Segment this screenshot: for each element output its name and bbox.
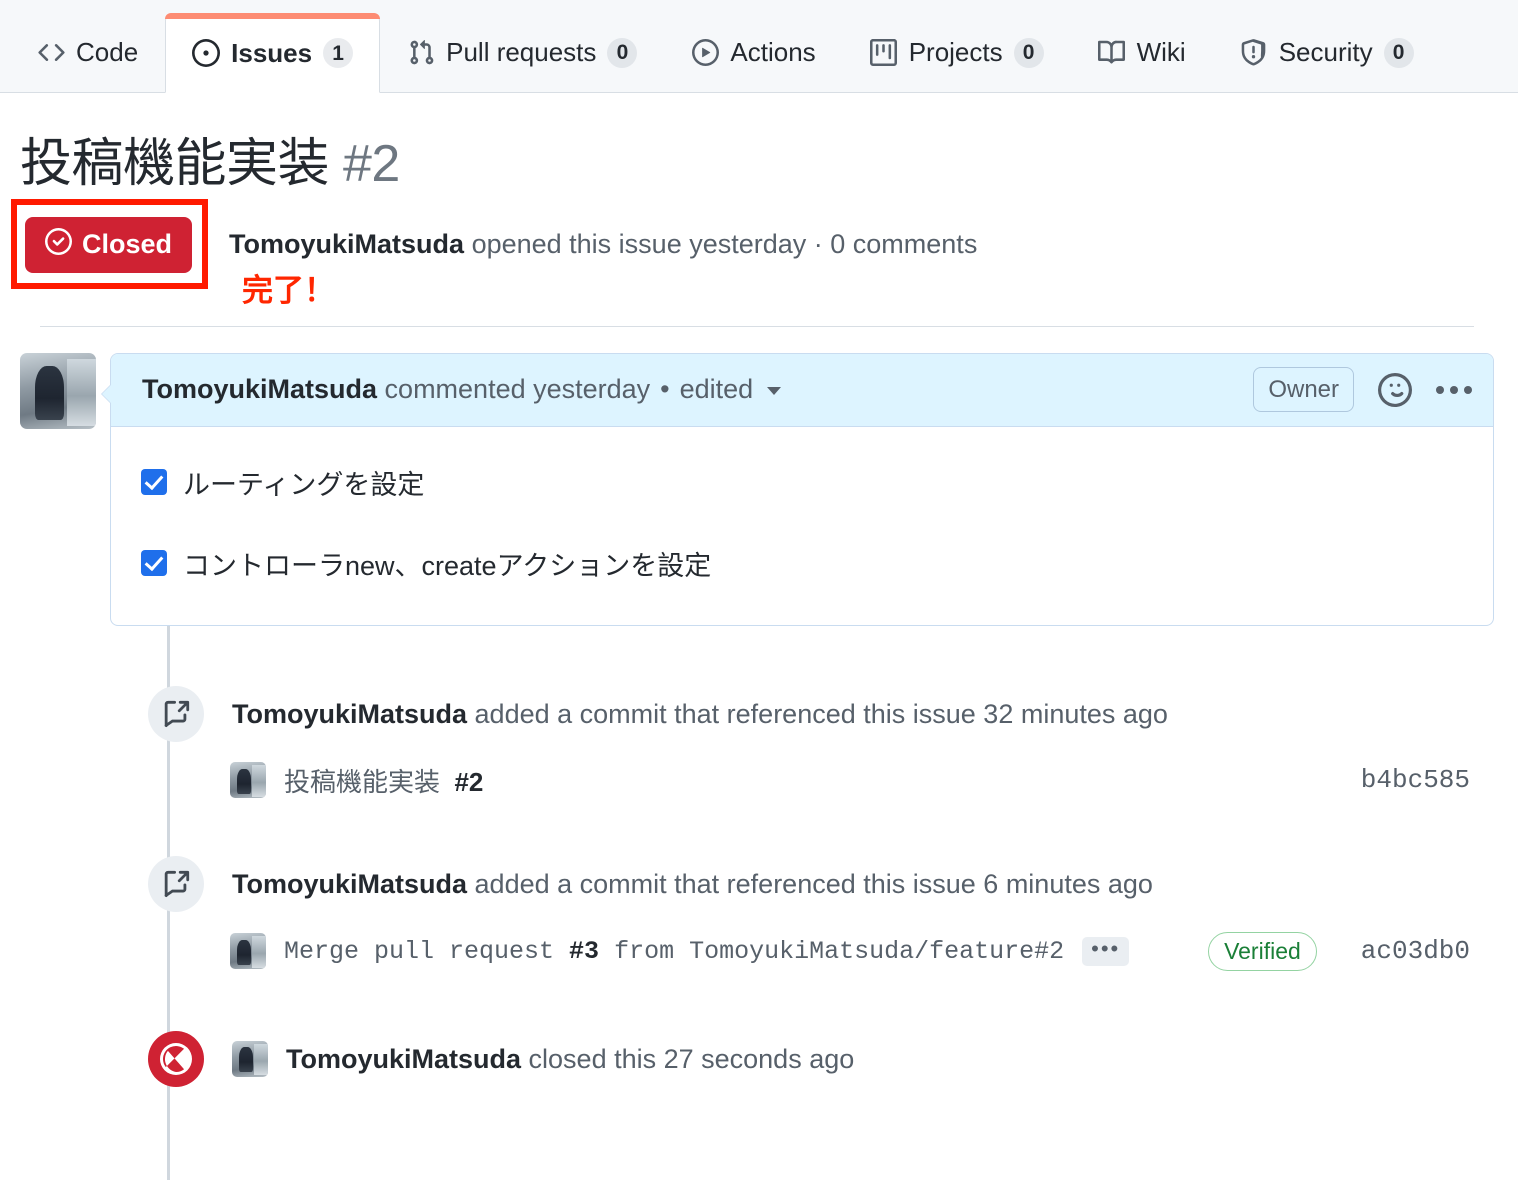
tab-pull-requests-label: Pull requests	[446, 37, 597, 67]
git-pull-request-icon	[407, 39, 435, 67]
code-icon	[37, 39, 65, 67]
tab-projects[interactable]: Projects 0	[843, 12, 1071, 92]
comment-box: TomoyukiMatsuda commented yesterday • ed…	[101, 352, 1494, 626]
commit-issue-ref: #2	[454, 766, 484, 797]
task-label: コントローラnew、createアクションを設定	[183, 550, 712, 581]
cross-reference-icon	[148, 855, 204, 912]
tab-security-count: 0	[1383, 37, 1414, 68]
commit-author-avatar	[230, 933, 266, 970]
closed-event-line: TomoyukiMatsuda closed this 27 seconds a…	[232, 1031, 854, 1087]
task-list-item: コントローラnew、createアクションを設定	[141, 544, 1463, 583]
comment-edited-label[interactable]: edited	[680, 374, 754, 405]
issue-author: TomoyukiMatsuda	[229, 229, 465, 260]
timeline-event: TomoyukiMatsuda added a commit that refe…	[148, 855, 1494, 912]
tab-issues-label: Issues	[231, 37, 313, 68]
cross-reference-icon	[148, 685, 204, 742]
owner-badge: Owner	[1253, 367, 1354, 413]
comment-options-kebab-icon[interactable]	[1436, 385, 1472, 394]
comment-author: TomoyukiMatsuda	[142, 374, 378, 405]
issue-number: #2	[342, 135, 400, 193]
book-icon	[1098, 39, 1126, 67]
tab-security[interactable]: Security 0	[1213, 12, 1441, 92]
commit-message-text: 投稿機能実装	[284, 766, 441, 797]
task-label: ルーティングを設定	[183, 469, 425, 500]
task-checkbox[interactable]	[141, 550, 167, 577]
referenced-commit-row[interactable]: Merge pull request #3 from TomoyukiMatsu…	[230, 931, 1494, 971]
commit-pr-ref: #3	[569, 936, 600, 966]
task-checkbox[interactable]	[141, 469, 167, 496]
commit-message-post: from TomoyukiMatsuda/feature#2	[599, 936, 1065, 966]
issue-meta-row: Closed TomoyukiMatsuda opened this issue…	[11, 198, 1494, 308]
tab-issues[interactable]: Issues 1	[165, 13, 381, 93]
tab-actions-label: Actions	[730, 37, 816, 67]
tab-wiki-label: Wiki	[1136, 37, 1186, 67]
issue-timeline: TomoyukiMatsuda commented yesterday • ed…	[0, 352, 1518, 1180]
issue-title-text: 投稿機能実装	[20, 135, 330, 193]
timeline-event-author: TomoyukiMatsuda	[232, 868, 468, 899]
page-title: 投稿機能実装 #2	[20, 135, 1494, 195]
tab-pull-requests[interactable]: Pull requests 0	[380, 12, 664, 92]
referenced-commit-row[interactable]: 投稿機能実装 #2 b4bc585	[230, 762, 1494, 799]
tab-projects-count: 0	[1013, 37, 1044, 68]
tab-security-label: Security	[1278, 37, 1373, 67]
header-divider	[40, 325, 1474, 327]
issue-meta-rest: opened this issue yesterday · 0 comments	[464, 229, 978, 260]
skip-icon	[148, 1030, 204, 1087]
tab-actions[interactable]: Actions	[664, 12, 842, 92]
task-list-item: ルーティングを設定	[141, 463, 1463, 502]
status-badge: Closed	[25, 216, 193, 273]
comment-header: TomoyukiMatsuda commented yesterday • ed…	[111, 353, 1493, 427]
timeline-event: TomoyukiMatsuda added a commit that refe…	[148, 685, 1494, 742]
commit-message-pre: Merge pull request	[284, 936, 570, 966]
comment-header-actions: Owner	[1253, 367, 1472, 413]
timeline-event-rest: added a commit that referenced this issu…	[467, 698, 1168, 729]
verified-badge: Verified	[1208, 931, 1317, 971]
comment-thread: TomoyukiMatsuda commented yesterday • ed…	[20, 352, 1494, 626]
emoji-reaction-icon[interactable]	[1376, 371, 1414, 409]
status-badge-label: Closed	[82, 229, 173, 260]
tab-pull-requests-count: 0	[607, 37, 638, 68]
comment-action: commented yesterday	[384, 374, 651, 405]
tab-wiki[interactable]: Wiki	[1071, 12, 1213, 92]
tab-code[interactable]: Code	[10, 12, 165, 92]
play-icon	[691, 39, 719, 67]
project-icon	[870, 39, 898, 67]
issue-header: 投稿機能実装 #2 Closed TomoyukiMatsuda opened …	[0, 93, 1518, 327]
timeline-event-author: TomoyukiMatsuda	[232, 698, 468, 729]
timeline-event-text: TomoyukiMatsuda added a commit that refe…	[232, 686, 1168, 742]
commit-row-right: Verified ac03db0	[1208, 931, 1470, 971]
commit-expand-button[interactable]: •••	[1082, 936, 1130, 966]
timeline-event-rest: added a commit that referenced this issu…	[467, 868, 1153, 899]
tab-issues-count: 1	[323, 38, 354, 68]
commit-message: 投稿機能実装 #2	[284, 762, 483, 799]
commit-message: Merge pull request #3 from TomoyukiMatsu…	[284, 937, 1064, 966]
commit-row-right: b4bc585	[1361, 765, 1470, 795]
timeline-event-text: TomoyukiMatsuda added a commit that refe…	[232, 856, 1153, 912]
commit-sha[interactable]: ac03db0	[1361, 936, 1470, 966]
repository-tab-bar: Code Issues 1 Pull requests 0 Actions Pr…	[0, 0, 1518, 93]
timeline-event-author: TomoyukiMatsuda	[286, 1043, 522, 1074]
tab-projects-label: Projects	[908, 37, 1003, 67]
timeline-event: TomoyukiMatsuda closed this 27 seconds a…	[148, 1030, 1494, 1087]
timeline-event-text: TomoyukiMatsuda closed this 27 seconds a…	[286, 1031, 854, 1087]
timeline-event-rest: closed this 27 seconds ago	[521, 1043, 855, 1074]
issue-meta-text: TomoyukiMatsuda opened this issue yester…	[229, 229, 977, 260]
issue-closed-icon	[45, 227, 72, 262]
commit-sha[interactable]: b4bc585	[1361, 765, 1470, 795]
annotation-label: 完了！	[242, 272, 335, 308]
commit-author-avatar	[230, 762, 266, 799]
chevron-down-icon[interactable]	[767, 387, 782, 396]
comment-body: ルーティングを設定 コントローラnew、createアクションを設定	[111, 427, 1493, 625]
shield-icon	[1240, 39, 1268, 67]
closing-actor-avatar	[232, 1040, 268, 1077]
tab-code-label: Code	[76, 37, 139, 67]
avatar	[20, 352, 96, 429]
comment-separator: •	[660, 374, 670, 405]
issue-opened-icon	[192, 39, 221, 67]
